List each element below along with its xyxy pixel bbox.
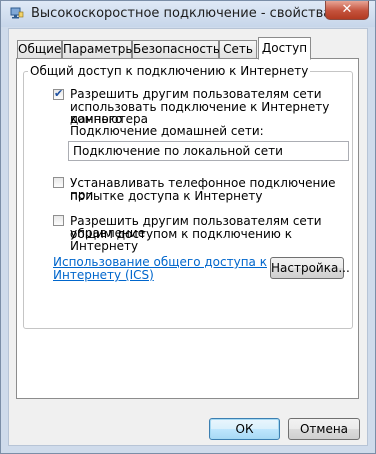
tab-general-label: Общие bbox=[18, 42, 62, 56]
tab-network[interactable]: Сеть bbox=[219, 40, 257, 58]
tab-general[interactable]: Общие bbox=[17, 40, 62, 58]
dial-on-demand-checkbox[interactable] bbox=[53, 177, 64, 188]
allow-control-label-2: общим доступом к подключению к Интернету bbox=[70, 227, 292, 253]
tab-network-label: Сеть bbox=[223, 42, 253, 56]
network-connection-icon bbox=[10, 7, 24, 19]
tab-sharing-label: Доступ bbox=[261, 41, 308, 55]
properties-window: Высокоскоростное подключение - свойства … bbox=[0, 0, 376, 454]
tab-options[interactable]: Параметры bbox=[62, 40, 135, 58]
allow-sharing-label-1: Разрешить другим пользователям сети bbox=[70, 87, 322, 101]
home-network-label: Подключение домашней сети: bbox=[70, 124, 264, 138]
close-icon: ✕ bbox=[341, 2, 353, 17]
tab-sharing[interactable]: Доступ bbox=[258, 37, 311, 60]
group-title: Общий доступ к подключению к Интернету bbox=[28, 64, 311, 78]
window-title: Высокоскоростное подключение - свойства bbox=[31, 6, 332, 21]
ok-button[interactable]: ОК bbox=[209, 418, 280, 440]
internet-sharing-group: Общий доступ к подключению к Интернету Р… bbox=[23, 64, 353, 329]
close-button[interactable]: ✕ bbox=[325, 1, 369, 20]
settings-button[interactable]: Настройка... bbox=[270, 257, 350, 279]
tab-options-label: Параметры bbox=[63, 42, 135, 56]
dial-on-demand-label-2: попытке доступа к Интернету bbox=[70, 189, 263, 203]
home-network-field[interactable]: Подключение по локальной сети bbox=[68, 141, 349, 161]
cancel-button[interactable]: Отмена bbox=[288, 418, 360, 440]
tab-security-label: Безопасность bbox=[133, 42, 220, 56]
tab-security[interactable]: Безопасность bbox=[132, 40, 220, 58]
sharing-panel: Общий доступ к подключению к Интернету Р… bbox=[16, 58, 359, 399]
allow-sharing-checkbox[interactable] bbox=[53, 87, 64, 100]
allow-control-checkbox[interactable] bbox=[53, 215, 64, 226]
title-bar[interactable]: Высокоскоростное подключение - свойства … bbox=[1, 1, 375, 27]
ics-help-link-2[interactable]: Интернету (ICS) bbox=[53, 269, 154, 282]
dialog-client: Общие Параметры Безопасность Сеть Доступ… bbox=[8, 28, 368, 446]
